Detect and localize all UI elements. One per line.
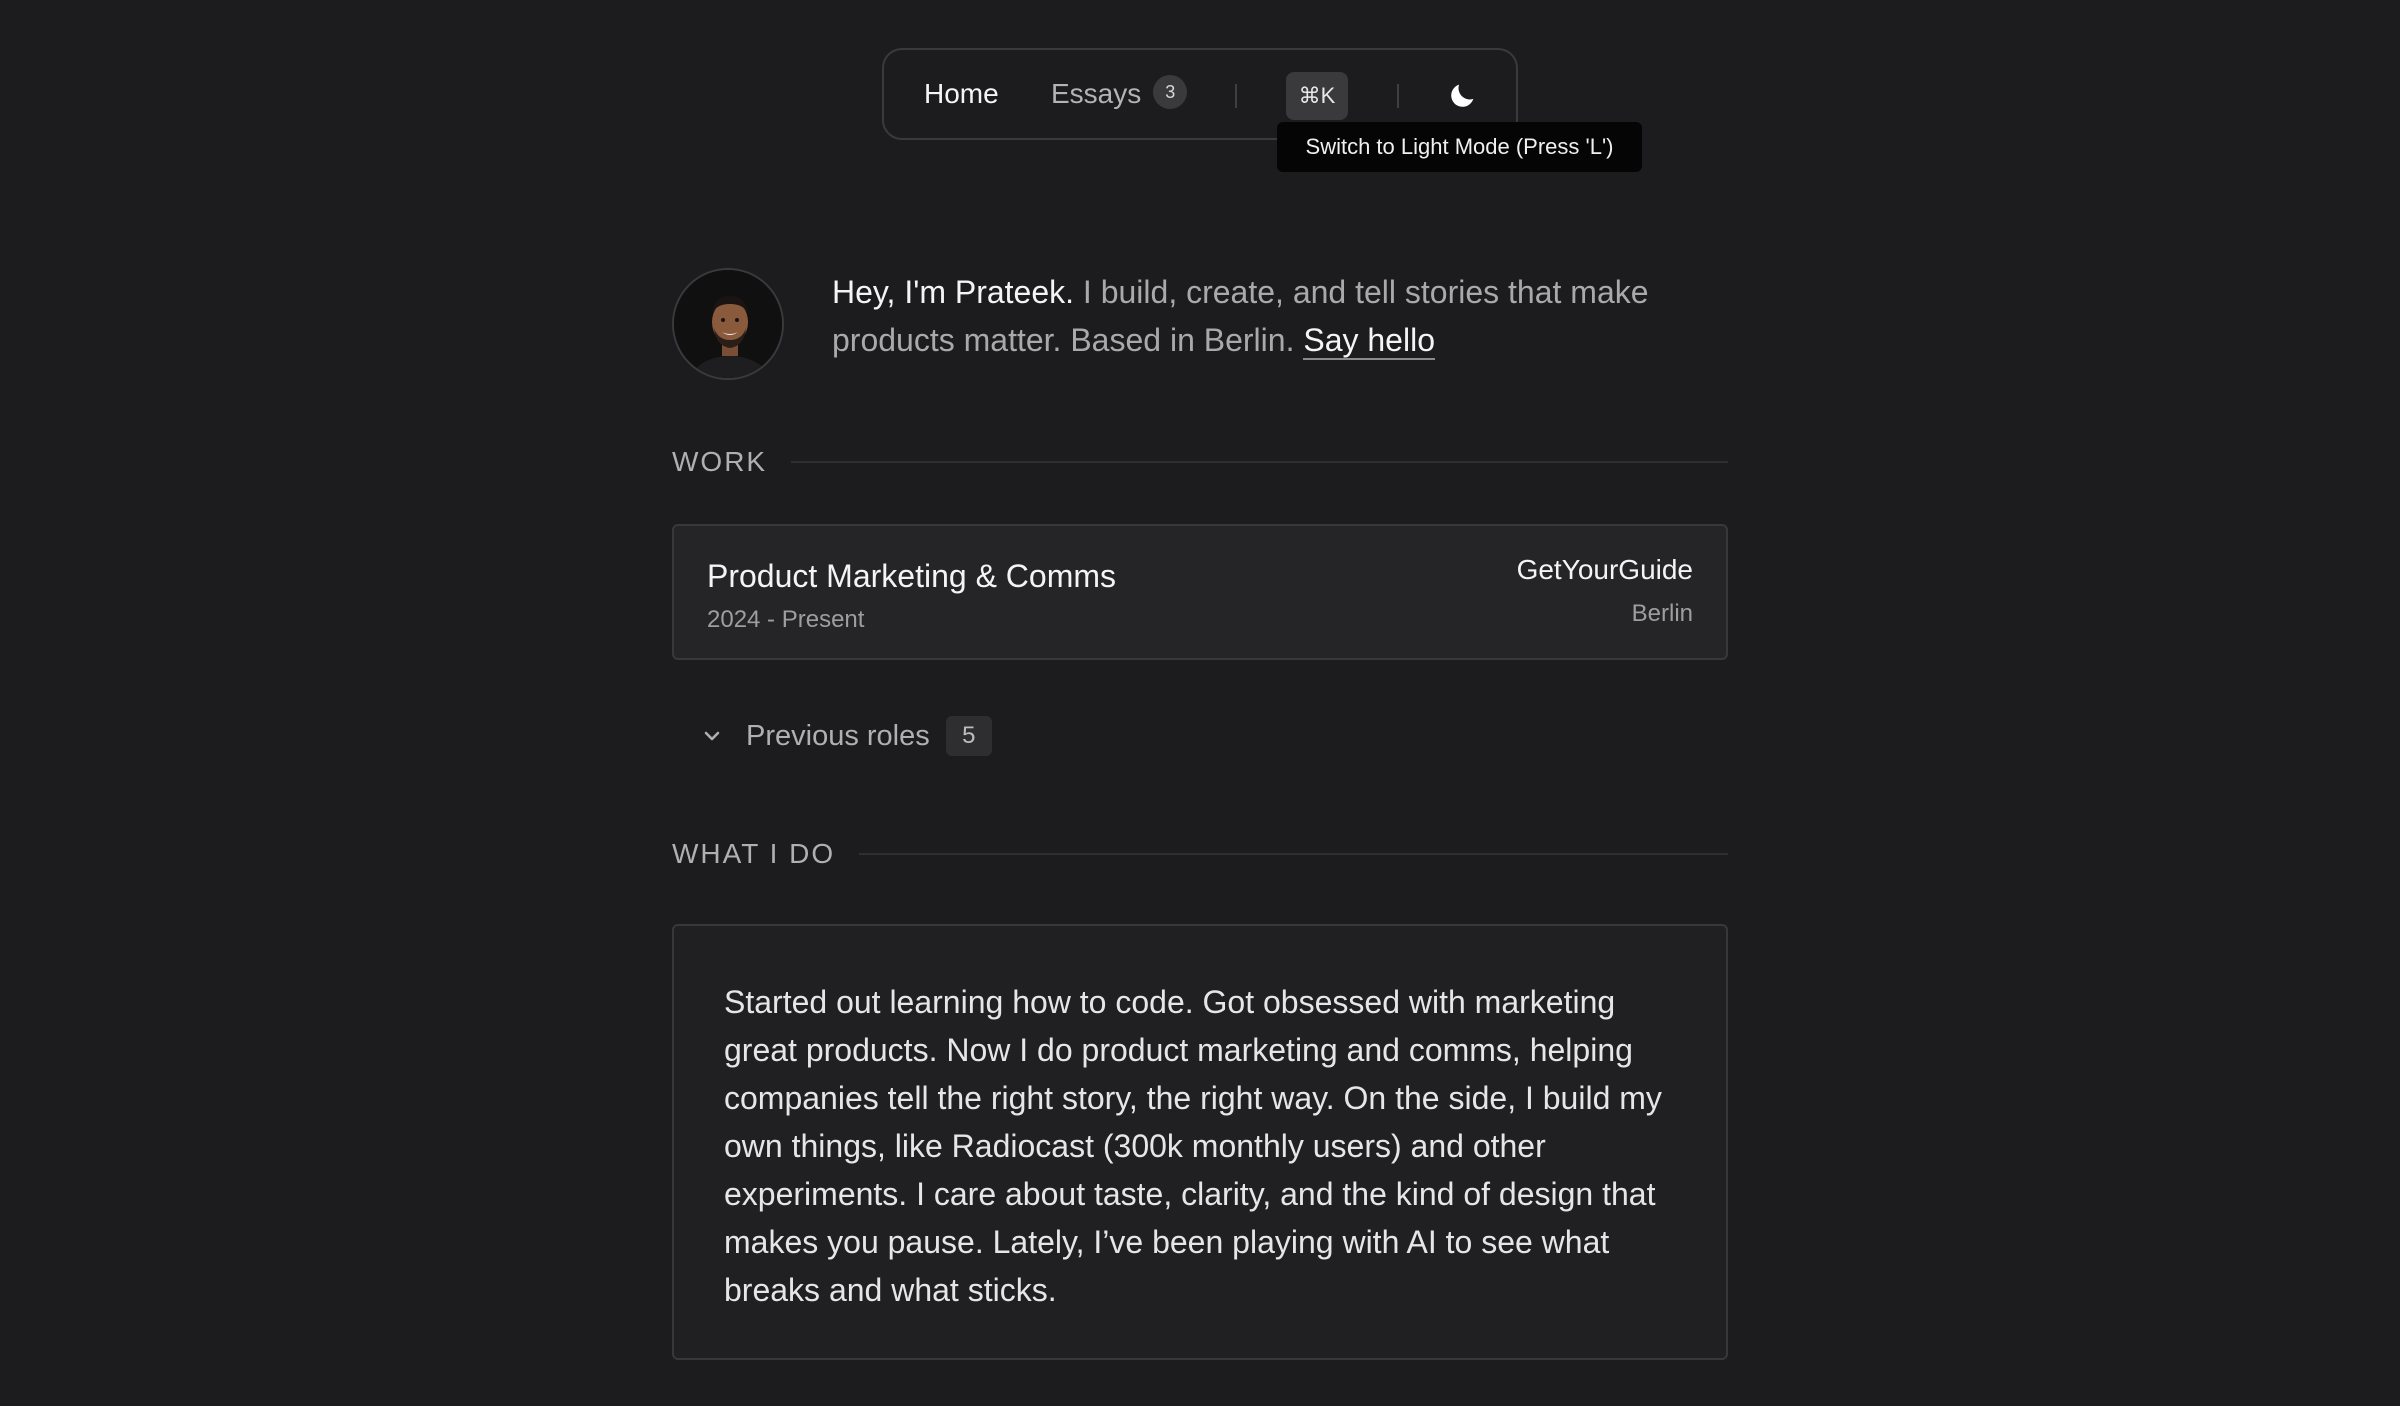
work-section-header: WORK — [672, 446, 1728, 478]
nav-divider — [1397, 84, 1399, 108]
essays-count-badge: 3 — [1153, 75, 1188, 109]
role-title: Product Marketing & Comms — [707, 558, 1117, 594]
nav-home-link[interactable]: Home — [924, 78, 999, 110]
nav-essays-label: Essays — [1051, 78, 1142, 109]
previous-roles-toggle[interactable]: Previous roles 5 — [700, 712, 992, 760]
moon-icon — [1451, 84, 1474, 107]
what-i-do-card: Started out learning how to code. Got ob… — [672, 924, 1728, 1360]
nav-essays-link[interactable]: Essays 3 — [1051, 75, 1188, 110]
section-divider — [791, 461, 1728, 463]
previous-roles-label: Previous roles — [746, 719, 930, 752]
work-section-title: WORK — [672, 446, 768, 477]
theme-toggle-button[interactable] — [1442, 76, 1482, 116]
role-location: Berlin — [1631, 600, 1693, 627]
intro-text: Hey, I'm Prateek. I build, create, and t… — [832, 268, 1692, 364]
chevron-down-icon — [700, 724, 724, 748]
command-menu-button[interactable]: ⌘K — [1286, 72, 1348, 120]
say-hello-link[interactable]: Say hello — [1303, 322, 1435, 360]
avatar — [672, 268, 784, 380]
nav-divider — [1235, 84, 1237, 108]
role-dates: 2024 - Present — [707, 606, 865, 633]
theme-tooltip: Switch to Light Mode (Press 'L') — [1277, 122, 1642, 172]
intro-greeting: Hey, I'm Prateek. — [832, 274, 1075, 310]
previous-roles-count: 5 — [945, 716, 992, 756]
what-i-do-text: Started out learning how to code. Got ob… — [724, 984, 1662, 1308]
company-name: GetYourGuide — [1516, 554, 1693, 585]
current-role-card: Product Marketing & Comms 2024 - Present… — [672, 524, 1728, 660]
section-divider — [859, 853, 1728, 855]
what-i-do-section-title: WHAT I DO — [672, 838, 836, 869]
profile-photo — [674, 270, 782, 378]
what-i-do-section-header: WHAT I DO — [672, 838, 1728, 870]
